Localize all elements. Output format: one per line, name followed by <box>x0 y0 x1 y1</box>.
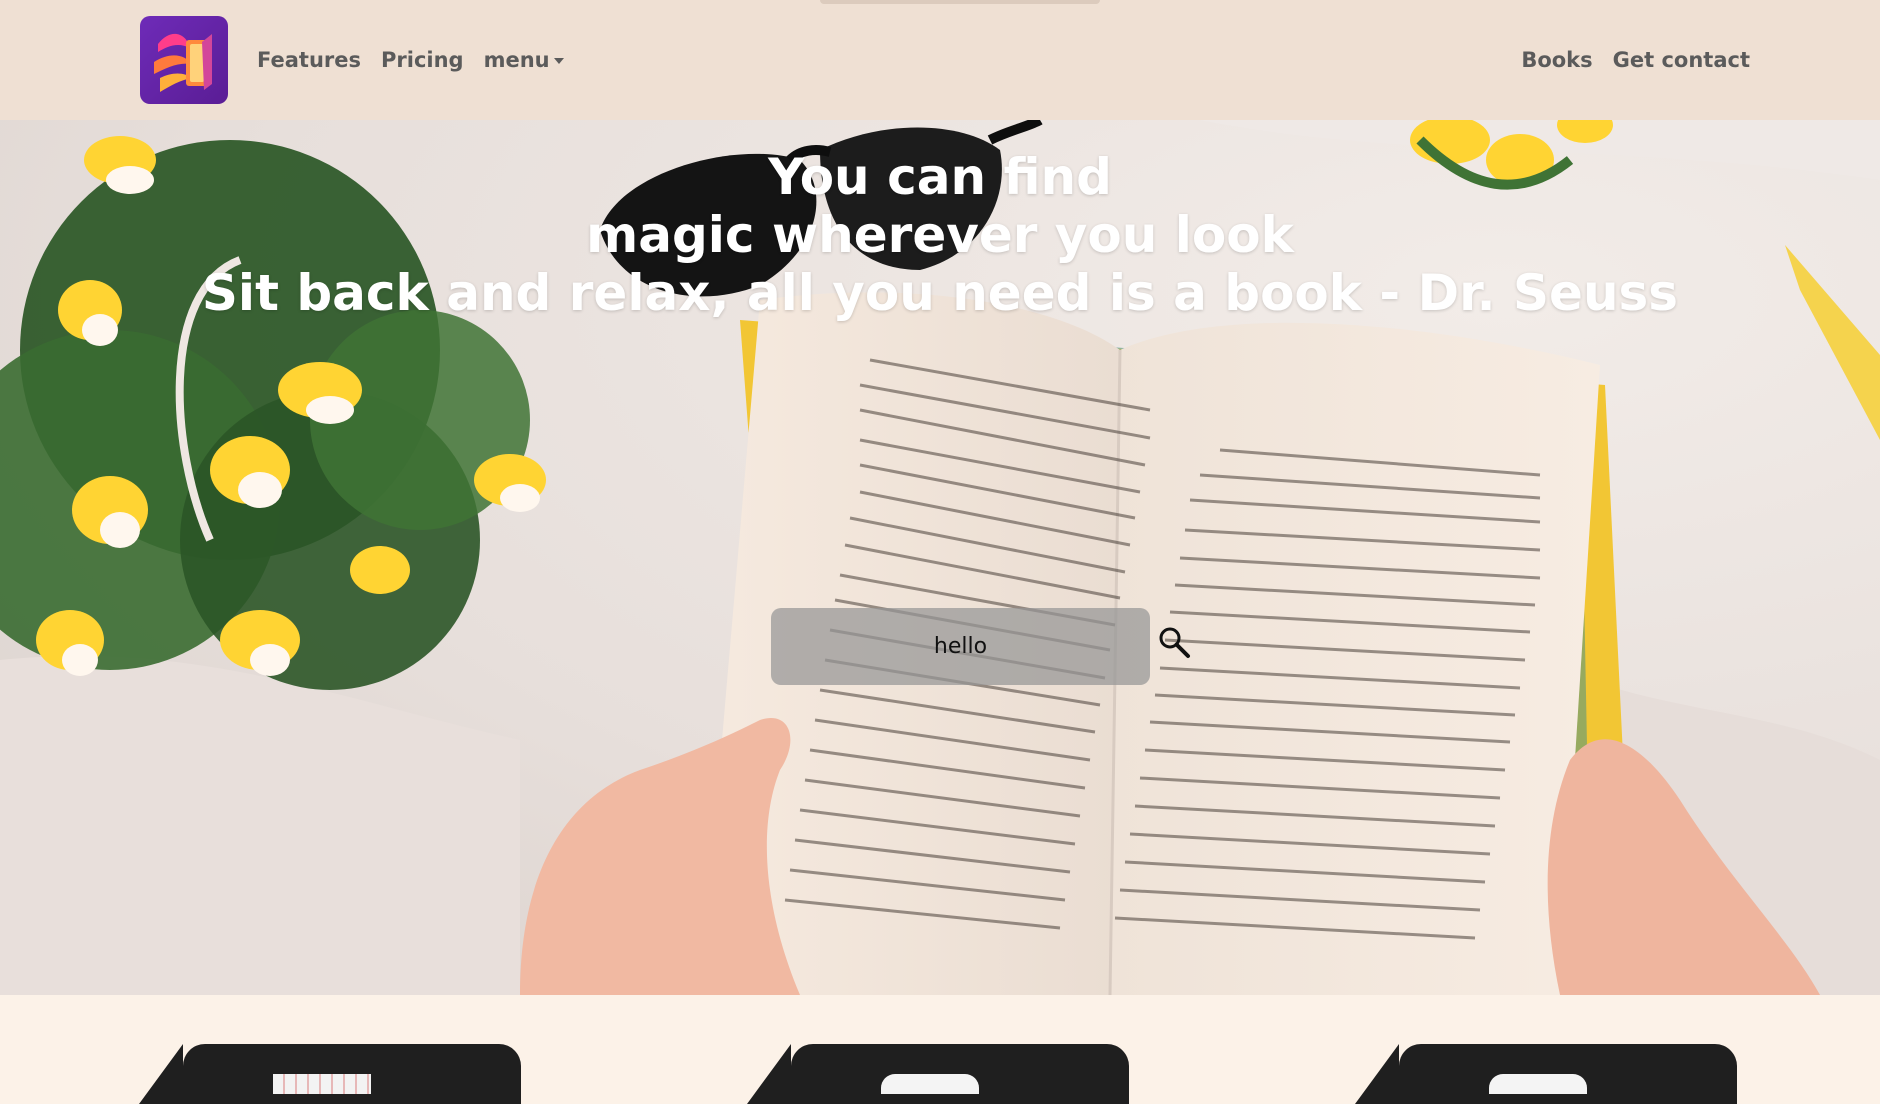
book-card-1[interactable] <box>139 1044 521 1104</box>
app-logo[interactable] <box>140 16 228 104</box>
book-card-2-image <box>881 1074 979 1094</box>
nav-right: Books Get contact <box>1521 0 1750 120</box>
book-card-1-image <box>273 1074 371 1094</box>
search-icon[interactable] <box>1157 625 1191 659</box>
nav-menu-label: menu <box>483 48 550 72</box>
hero-title-line-3: Sit back and relax, all you need is a bo… <box>201 264 1679 322</box>
nav-menu-dropdown[interactable]: menu <box>484 48 564 72</box>
nav-books-link[interactable]: Books <box>1521 48 1592 72</box>
nav-pricing-link[interactable]: Pricing <box>381 48 464 72</box>
chevron-down-icon <box>553 58 564 64</box>
navbar: Features Pricing menu Books Get contact <box>0 0 1880 120</box>
book-card-3-image <box>1489 1074 1587 1094</box>
hero-title-line-2: magic wherever you look <box>586 206 1294 264</box>
book-card-2[interactable] <box>747 1044 1129 1104</box>
nav-features-link[interactable]: Features <box>257 48 361 72</box>
book-with-wings-logo-icon <box>154 33 212 92</box>
hero-title: You can find magic wherever you look Sit… <box>0 148 1880 322</box>
hero-section: You can find magic wherever you look Sit… <box>0 120 1880 995</box>
search-input[interactable] <box>771 608 1150 685</box>
navbar-shadow <box>820 0 1100 4</box>
nav-contact-link[interactable]: Get contact <box>1613 48 1750 72</box>
nav-left: Features Pricing menu <box>257 0 564 120</box>
book-card-3[interactable] <box>1355 1044 1737 1104</box>
hero-title-line-1: You can find <box>768 148 1112 206</box>
